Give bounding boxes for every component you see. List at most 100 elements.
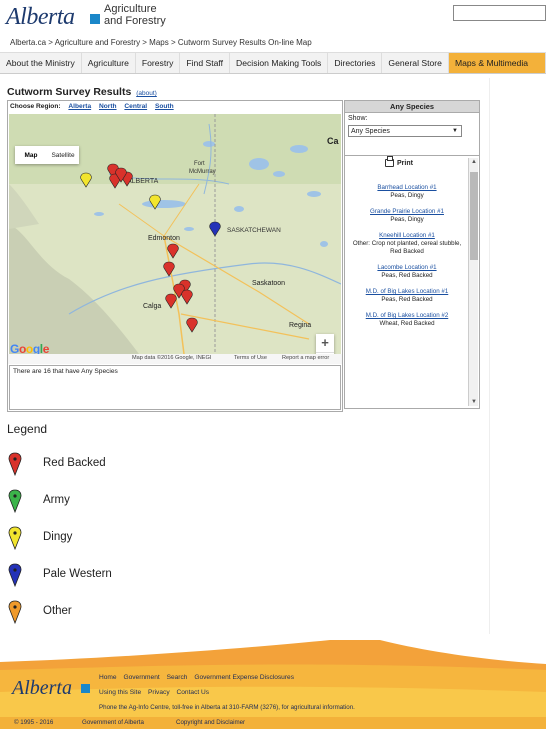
nav-decision-tools[interactable]: Decision Making Tools xyxy=(230,53,329,73)
location-link[interactable]: Barrhead Location #1 xyxy=(349,184,465,192)
zoom-control: + − xyxy=(316,334,334,354)
list-item: M.D. of Big Lakes Location #1 Peas, Red … xyxy=(349,288,465,304)
location-detail: Other: Crop not planted, cereal stubble,… xyxy=(352,240,462,255)
location-list[interactable]: Print Barrhead Location #1 Peas, Dingy G… xyxy=(345,155,479,408)
legend-label: Dingy xyxy=(43,531,73,543)
blue-pin-icon xyxy=(8,563,22,587)
show-label: Show: xyxy=(348,115,368,122)
location-link[interactable]: Lacombe Location #1 xyxy=(349,264,465,272)
choose-region-label: Choose Region: xyxy=(10,103,61,110)
panel-header: Any Species xyxy=(345,101,479,113)
search-input[interactable] xyxy=(453,5,546,21)
footer-link-search[interactable]: Search xyxy=(167,674,188,681)
location-detail: Peas, Dingy xyxy=(390,216,424,223)
chevron-down-icon: ▼ xyxy=(452,128,458,134)
location-link[interactable]: Grande Prairie Location #1 xyxy=(349,208,465,216)
location-link[interactable]: Kneehill Location #1 xyxy=(349,232,465,240)
map-type-control: Map Satellite xyxy=(15,146,79,164)
legend-item-red-backed: Red Backed xyxy=(8,452,106,476)
location-detail: Peas, Dingy xyxy=(390,192,424,199)
region-link-north[interactable]: North xyxy=(99,103,117,110)
nav-forestry[interactable]: Forestry xyxy=(136,53,181,73)
nav-about-ministry[interactable]: About the Ministry xyxy=(0,53,82,73)
footer-links-row2: Using this Site Privacy Contact Us xyxy=(99,689,214,696)
footer-link-contact[interactable]: Contact Us xyxy=(176,689,209,696)
region-link-south[interactable]: South xyxy=(155,103,174,110)
map-attribution: Map data ©2016 Google, INEGI Terms of Us… xyxy=(8,354,342,364)
scroll-up-icon[interactable]: ▲ xyxy=(470,158,478,166)
scroll-thumb[interactable] xyxy=(470,172,478,260)
nav-general-store[interactable]: General Store xyxy=(382,53,449,73)
disclaimer-link[interactable]: Copyright and Disclaimer xyxy=(176,717,245,729)
footer-link-privacy[interactable]: Privacy xyxy=(148,689,170,696)
map-label-saskatchewan: SASKATCHEWAN xyxy=(227,227,281,234)
nav-find-staff[interactable]: Find Staff xyxy=(180,53,230,73)
zoom-in-button[interactable]: + xyxy=(316,334,334,352)
list-item: Barrhead Location #1 Peas, Dingy xyxy=(349,184,465,200)
map-label-fort: Fort xyxy=(194,161,205,167)
footer-alberta-logo[interactable]: Alberta xyxy=(12,677,72,700)
map-label-alberta: ALBERTA xyxy=(127,178,159,185)
location-link[interactable]: M.D. of Big Lakes Location #2 xyxy=(349,312,465,320)
print-button[interactable]: Print xyxy=(385,156,413,167)
result-count-text: There are 16 that have Any Species xyxy=(9,365,341,410)
location-detail: Peas, Red Backed xyxy=(381,272,433,279)
legend-item-army: Army xyxy=(8,489,70,513)
nav-maps-multimedia[interactable]: Maps & Multimedia xyxy=(448,53,546,73)
footer-link-using-site[interactable]: Using this Site xyxy=(99,689,141,696)
list-scrollbar[interactable]: ▲ ▼ xyxy=(468,158,478,406)
location-link[interactable]: M.D. of Big Lakes Location #1 xyxy=(349,288,465,296)
footer-link-expense[interactable]: Government Expense Disclosures xyxy=(194,674,294,681)
legend-label: Army xyxy=(43,494,70,506)
about-link[interactable]: (about) xyxy=(136,90,157,97)
nav-agriculture[interactable]: Agriculture xyxy=(82,53,136,73)
location-detail: Wheat, Red Backed xyxy=(379,320,435,327)
map-label-edmonton: Edmonton xyxy=(148,235,180,242)
legend-item-other: Other xyxy=(8,600,72,624)
footer-link-government[interactable]: Government xyxy=(123,674,159,681)
list-item: Grande Prairie Location #1 Peas, Dingy xyxy=(349,208,465,224)
map-label-calgary: Calga xyxy=(143,303,161,310)
region-chooser: Choose Region: Alberta North Central Sou… xyxy=(8,101,342,112)
page-title: Cutworm Survey Results xyxy=(7,86,132,98)
footer-phone-text: Phone the Ag-Info Centre, toll-free in A… xyxy=(99,704,355,711)
list-item: M.D. of Big Lakes Location #2 Wheat, Red… xyxy=(349,312,465,328)
scroll-down-icon[interactable]: ▼ xyxy=(470,398,478,406)
map-type-map-button[interactable]: Map xyxy=(15,152,47,159)
legend-item-dingy: Dingy xyxy=(8,526,72,550)
main-content: Cutworm Survey Results (about) Choose Re… xyxy=(4,78,490,634)
footer-bottom-bar: © 1995 - 2016 Government of Alberta Copy… xyxy=(0,717,546,729)
alberta-flag-icon xyxy=(90,14,100,24)
species-panel: Any Species Show: Any Species ▼ Print Ba… xyxy=(344,100,480,409)
main-nav: About the Ministry Agriculture Forestry … xyxy=(0,52,546,74)
map-frame: Choose Region: Alberta North Central Sou… xyxy=(7,100,343,412)
map-label-saskatoon: Saskatoon xyxy=(252,280,285,287)
agency-line-1: Agriculture xyxy=(104,3,157,15)
species-select-value: Any Species xyxy=(351,128,390,135)
agency-line-2: and Forestry xyxy=(104,15,166,27)
footer-link-home[interactable]: Home xyxy=(99,674,117,681)
red-pin-icon xyxy=(8,452,22,476)
region-link-central[interactable]: Central xyxy=(124,103,147,110)
print-label: Print xyxy=(397,159,413,167)
map-type-satellite-button[interactable]: Satellite xyxy=(47,152,79,159)
report-map-error-link[interactable]: Report a map error xyxy=(282,355,329,361)
map-data-attribution: Map data ©2016 Google, INEGI xyxy=(132,355,212,361)
page-title-row: Cutworm Survey Results (about) xyxy=(7,86,157,98)
list-item: Lacombe Location #1 Peas, Red Backed xyxy=(349,264,465,280)
legend-item-pale-western: Pale Western xyxy=(8,563,112,587)
map-label-regina: Regina xyxy=(289,322,311,329)
terms-of-use-link[interactable]: Terms of Use xyxy=(234,355,267,361)
alberta-logo[interactable]: Alberta xyxy=(6,4,75,31)
printer-icon xyxy=(385,156,394,167)
map-label-canada: Ca xyxy=(327,136,339,146)
legend-label: Red Backed xyxy=(43,457,106,469)
nav-directories[interactable]: Directories xyxy=(328,53,383,73)
footer-links-row1: Home Government Search Government Expens… xyxy=(99,674,299,681)
gov-link[interactable]: Government of Alberta xyxy=(82,717,144,729)
location-entries: Barrhead Location #1 Peas, Dingy Grande … xyxy=(349,184,465,336)
region-link-alberta[interactable]: Alberta xyxy=(68,103,91,110)
species-select[interactable]: Any Species ▼ xyxy=(348,125,462,137)
survey-map[interactable]: ALBERTA Fort McMurray Edmonton SASKATCHE… xyxy=(9,114,341,354)
breadcrumb[interactable]: Alberta.ca > Agriculture and Forestry > … xyxy=(10,38,312,47)
